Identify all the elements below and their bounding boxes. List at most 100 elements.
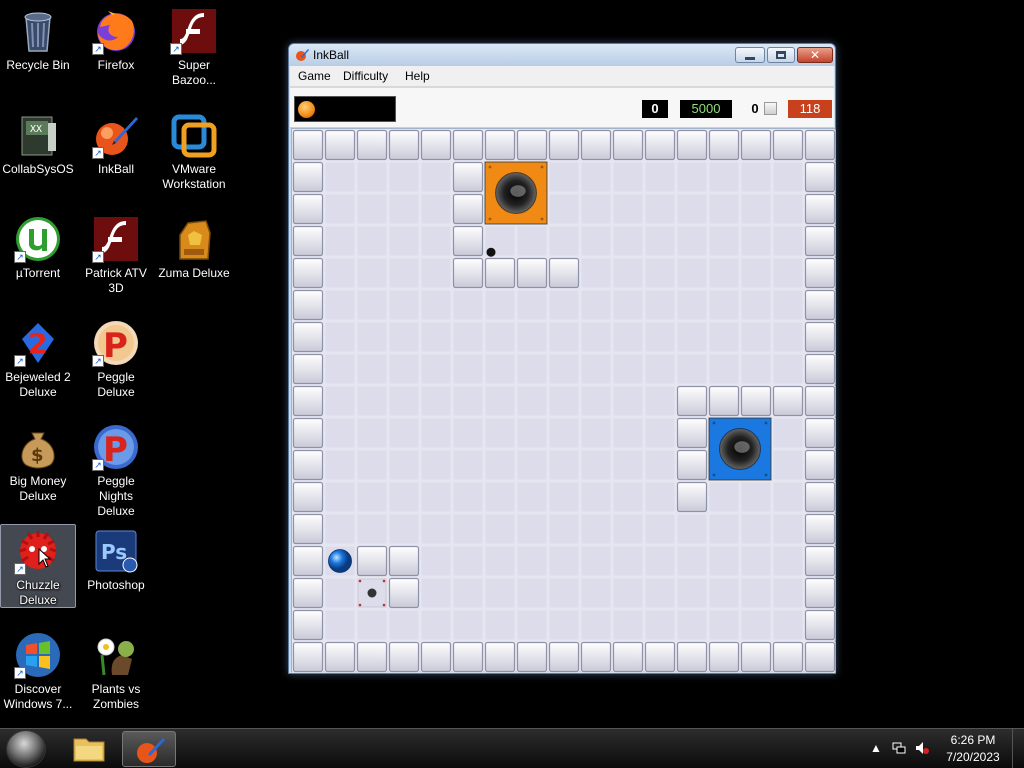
wall-tile: [452, 225, 484, 257]
spawner-hole: [367, 588, 377, 598]
desktop-icon-discover-windows[interactable]: ↗ Discover Windows 7...: [0, 628, 76, 711]
floor-tile: [388, 257, 420, 289]
wall-tile: [708, 641, 740, 673]
shortcut-arrow-icon: ↗: [92, 43, 104, 55]
floor-tile: [772, 577, 804, 609]
floor-tile: [772, 353, 804, 385]
network-icon[interactable]: [892, 741, 906, 755]
menu-difficulty[interactable]: Difficulty: [341, 69, 390, 83]
floor-tile: [420, 513, 452, 545]
mouse-cursor-icon: [38, 548, 52, 568]
wall-tile: [676, 417, 708, 449]
desktop-icon-firefox[interactable]: ↗ Firefox: [78, 4, 154, 84]
clock-time: 6:26 PM: [950, 733, 996, 747]
floor-tile: [324, 353, 356, 385]
floor-tile: [580, 481, 612, 513]
desktop-icon-utorrent[interactable]: ↗ µTorrent: [0, 212, 76, 292]
desktop-icon-label: µTorrent: [15, 266, 61, 280]
floor-tile: [644, 193, 676, 225]
show-desktop-button[interactable]: [1012, 729, 1024, 768]
desktop-icon-vmware[interactable]: VMware Workstation: [156, 108, 232, 191]
floor-tile: [644, 385, 676, 417]
clock-date: 7/20/2023: [946, 750, 1000, 764]
spawner-marker: [382, 579, 386, 583]
floor-tile: [420, 577, 452, 609]
volume-muted-icon[interactable]: [915, 741, 929, 755]
menu-game[interactable]: Game: [296, 69, 333, 83]
title-bar[interactable]: InkBall ✕: [289, 44, 835, 66]
game-board[interactable]: [291, 128, 836, 673]
floor-tile: [516, 321, 548, 353]
desktop-icon-peggle-nights[interactable]: P ↗ Peggle Nights Deluxe: [78, 420, 154, 518]
taskbar-item-inkball[interactable]: [122, 731, 176, 767]
floor-tile: [580, 193, 612, 225]
desktop-icon-photoshop[interactable]: Ps Photoshop: [78, 524, 154, 604]
wall-tile: [388, 545, 420, 577]
floor-tile: [420, 161, 452, 193]
wall-tile: [388, 641, 420, 673]
floor-tile: [516, 481, 548, 513]
floor-tile: [740, 321, 772, 353]
floor-tile: [452, 385, 484, 417]
shortcut-arrow-icon: ↗: [14, 355, 26, 367]
floor-tile: [612, 257, 644, 289]
shortcut-arrow-icon: ↗: [92, 147, 104, 159]
svg-text:2: 2: [28, 327, 47, 360]
floor-tile: [548, 385, 580, 417]
wall-tile: [804, 545, 836, 577]
floor-tile: [420, 449, 452, 481]
game-board-canvas[interactable]: [292, 129, 836, 673]
wall-tile: [676, 641, 708, 673]
score-display: 5000: [680, 100, 732, 118]
desktop-icon-super-bazoo[interactable]: ↗ Super Bazoo...: [156, 4, 232, 87]
floor-tile: [772, 289, 804, 321]
maximize-button[interactable]: [767, 47, 795, 63]
floor-tile: [388, 481, 420, 513]
floor-tile: [772, 321, 804, 353]
floor-tile: [356, 257, 388, 289]
desktop-icon-recycle-bin[interactable]: Recycle Bin: [0, 4, 76, 84]
clock[interactable]: 6:26 PM 7/20/2023: [930, 732, 1016, 766]
floor-tile: [740, 545, 772, 577]
desktop-icon-inkball[interactable]: ↗ InkBall: [78, 108, 154, 188]
desktop-icon-collabsysos[interactable]: XX CollabSysOS: [0, 108, 76, 188]
wall-tile: [580, 129, 612, 161]
floor-tile: [644, 513, 676, 545]
taskbar-item-explorer[interactable]: [62, 731, 116, 767]
start-button[interactable]: [6, 730, 46, 768]
floor-tile: [548, 289, 580, 321]
menu-help[interactable]: Help: [403, 69, 432, 83]
floor-tile: [708, 161, 740, 193]
floor-tile: [580, 289, 612, 321]
floor-tile: [580, 513, 612, 545]
floor-tile: [708, 609, 740, 641]
floor-tile: [708, 545, 740, 577]
wall-tile: [484, 641, 516, 673]
vmware-icon: [170, 111, 218, 159]
desktop-icon-plants-vs-zombies[interactable]: Plants vs Zombies: [78, 628, 154, 711]
floor-tile: [612, 417, 644, 449]
desktop-icon-big-money[interactable]: $ Big Money Deluxe: [0, 420, 76, 503]
floor-tile: [452, 513, 484, 545]
score-bar: 0 5000 0 118: [290, 88, 834, 128]
floor-tile: [484, 449, 516, 481]
floor-tile: [772, 193, 804, 225]
desktop-icon-peggle[interactable]: P ↗ Peggle Deluxe: [78, 316, 154, 399]
wall-tile: [516, 129, 548, 161]
close-button[interactable]: ✕: [797, 47, 833, 63]
desktop-icon-bejeweled[interactable]: 2 ↗ Bejeweled 2 Deluxe: [0, 316, 76, 399]
photoshop-icon: Ps: [92, 527, 140, 575]
desktop-icon-patrick-atv[interactable]: ↗ Patrick ATV 3D: [78, 212, 154, 295]
show-hidden-icons-icon[interactable]: ▲: [869, 741, 883, 755]
floor-tile: [324, 321, 356, 353]
wall-tile: [612, 129, 644, 161]
floor-tile: [324, 449, 356, 481]
collabsysos-icon: XX: [14, 111, 62, 159]
floor-tile: [388, 161, 420, 193]
desktop-icon-zuma[interactable]: Zuma Deluxe: [156, 212, 232, 292]
svg-text:P: P: [103, 430, 128, 470]
floor-tile: [452, 481, 484, 513]
desktop-icon-label: CollabSysOS: [2, 162, 74, 176]
minimize-button[interactable]: [735, 47, 765, 63]
floor-tile: [356, 449, 388, 481]
